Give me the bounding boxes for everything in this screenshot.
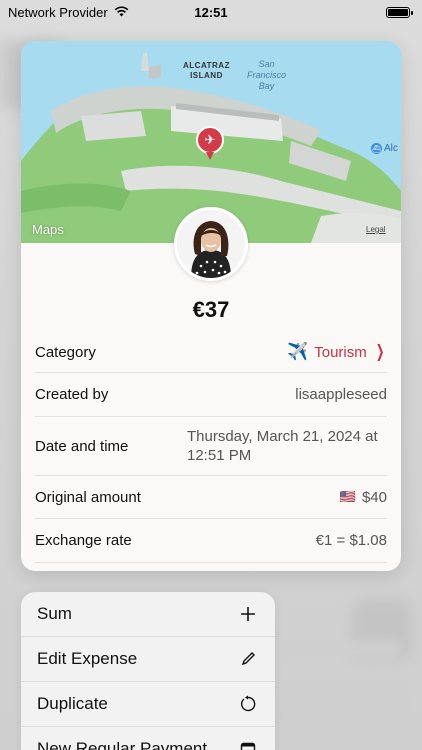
original-amount-row: Original amount 🇺🇸 $40	[35, 476, 387, 519]
category-value[interactable]: ✈️ Tourism ❯	[287, 342, 387, 362]
status-left: Network Provider	[8, 5, 129, 20]
legal-link[interactable]: Legal	[366, 225, 386, 234]
maps-logo: Maps	[32, 222, 64, 237]
row-label: Created by	[35, 386, 109, 403]
pencil-icon	[237, 648, 259, 670]
expense-details-list: Category ✈️ Tourism ❯ Created by lisaapp…	[35, 332, 387, 563]
avatar-photo	[177, 210, 245, 278]
menu-item-label: Duplicate	[37, 694, 108, 713]
blurred-shape	[280, 640, 400, 658]
rotate-icon	[237, 693, 259, 715]
created-by-value: lisaappleseed	[295, 386, 387, 403]
menu-item-sum[interactable]: Sum	[21, 592, 275, 637]
status-bar: Network Provider 12:51	[0, 0, 422, 24]
us-flag-icon: 🇺🇸	[339, 489, 356, 504]
menu-item-label: Sum	[37, 604, 72, 623]
menu-item-new-regular-payment[interactable]: New Regular Payment	[21, 727, 275, 750]
created-by-row: Created by lisaappleseed	[35, 373, 387, 417]
plus-icon	[237, 603, 259, 625]
carrier-name: Network Provider	[8, 4, 108, 20]
airplane-icon: ✈️	[287, 342, 309, 361]
date-time-row: Date and time Thursday, March 21, 2024 a…	[35, 417, 387, 476]
status-time: 12:51	[194, 4, 228, 20]
menu-item-edit-expense[interactable]: Edit Expense	[21, 637, 275, 682]
map-poi-label: ⛴ Alc	[371, 143, 398, 154]
exchange-rate-value: €1 = $1.08	[315, 532, 387, 549]
wifi-icon	[114, 5, 129, 20]
map-label-bay: San Francisco Bay	[247, 59, 287, 91]
battery-icon	[386, 6, 413, 18]
row-label: Exchange rate	[35, 532, 132, 549]
avatar	[174, 207, 248, 281]
row-label: Date and time	[35, 437, 129, 455]
original-amount-value: 🇺🇸 $40	[339, 488, 387, 506]
menu-item-label: New Regular Payment	[37, 739, 208, 750]
context-menu: Sum Edit Expense Duplicate New Regular P…	[21, 592, 275, 750]
calendar-icon	[237, 738, 259, 750]
pin-tail	[206, 152, 214, 160]
date-time-value: Thursday, March 21, 2024 at 12:51 PM	[187, 428, 378, 464]
menu-item-duplicate[interactable]: Duplicate	[21, 682, 275, 727]
expense-detail-card: ALCATRAZ ISLAND San Francisco Bay ⛴ Alc …	[21, 41, 401, 571]
category-row[interactable]: Category ✈️ Tourism ❯	[35, 332, 387, 373]
row-label: Category	[35, 343, 96, 361]
location-pin-icon[interactable]: ✈	[196, 126, 224, 154]
ferry-icon: ⛴	[371, 143, 382, 154]
row-label: Original amount	[35, 488, 141, 506]
blurred-shape	[280, 690, 400, 708]
menu-item-label: Edit Expense	[37, 649, 138, 668]
expense-amount: €37	[192, 297, 230, 322]
chevron-right-icon: ❯	[375, 342, 385, 361]
map-label-alcatraz: ALCATRAZ ISLAND	[183, 61, 230, 80]
exchange-rate-row: Exchange rate €1 = $1.08	[35, 519, 387, 563]
